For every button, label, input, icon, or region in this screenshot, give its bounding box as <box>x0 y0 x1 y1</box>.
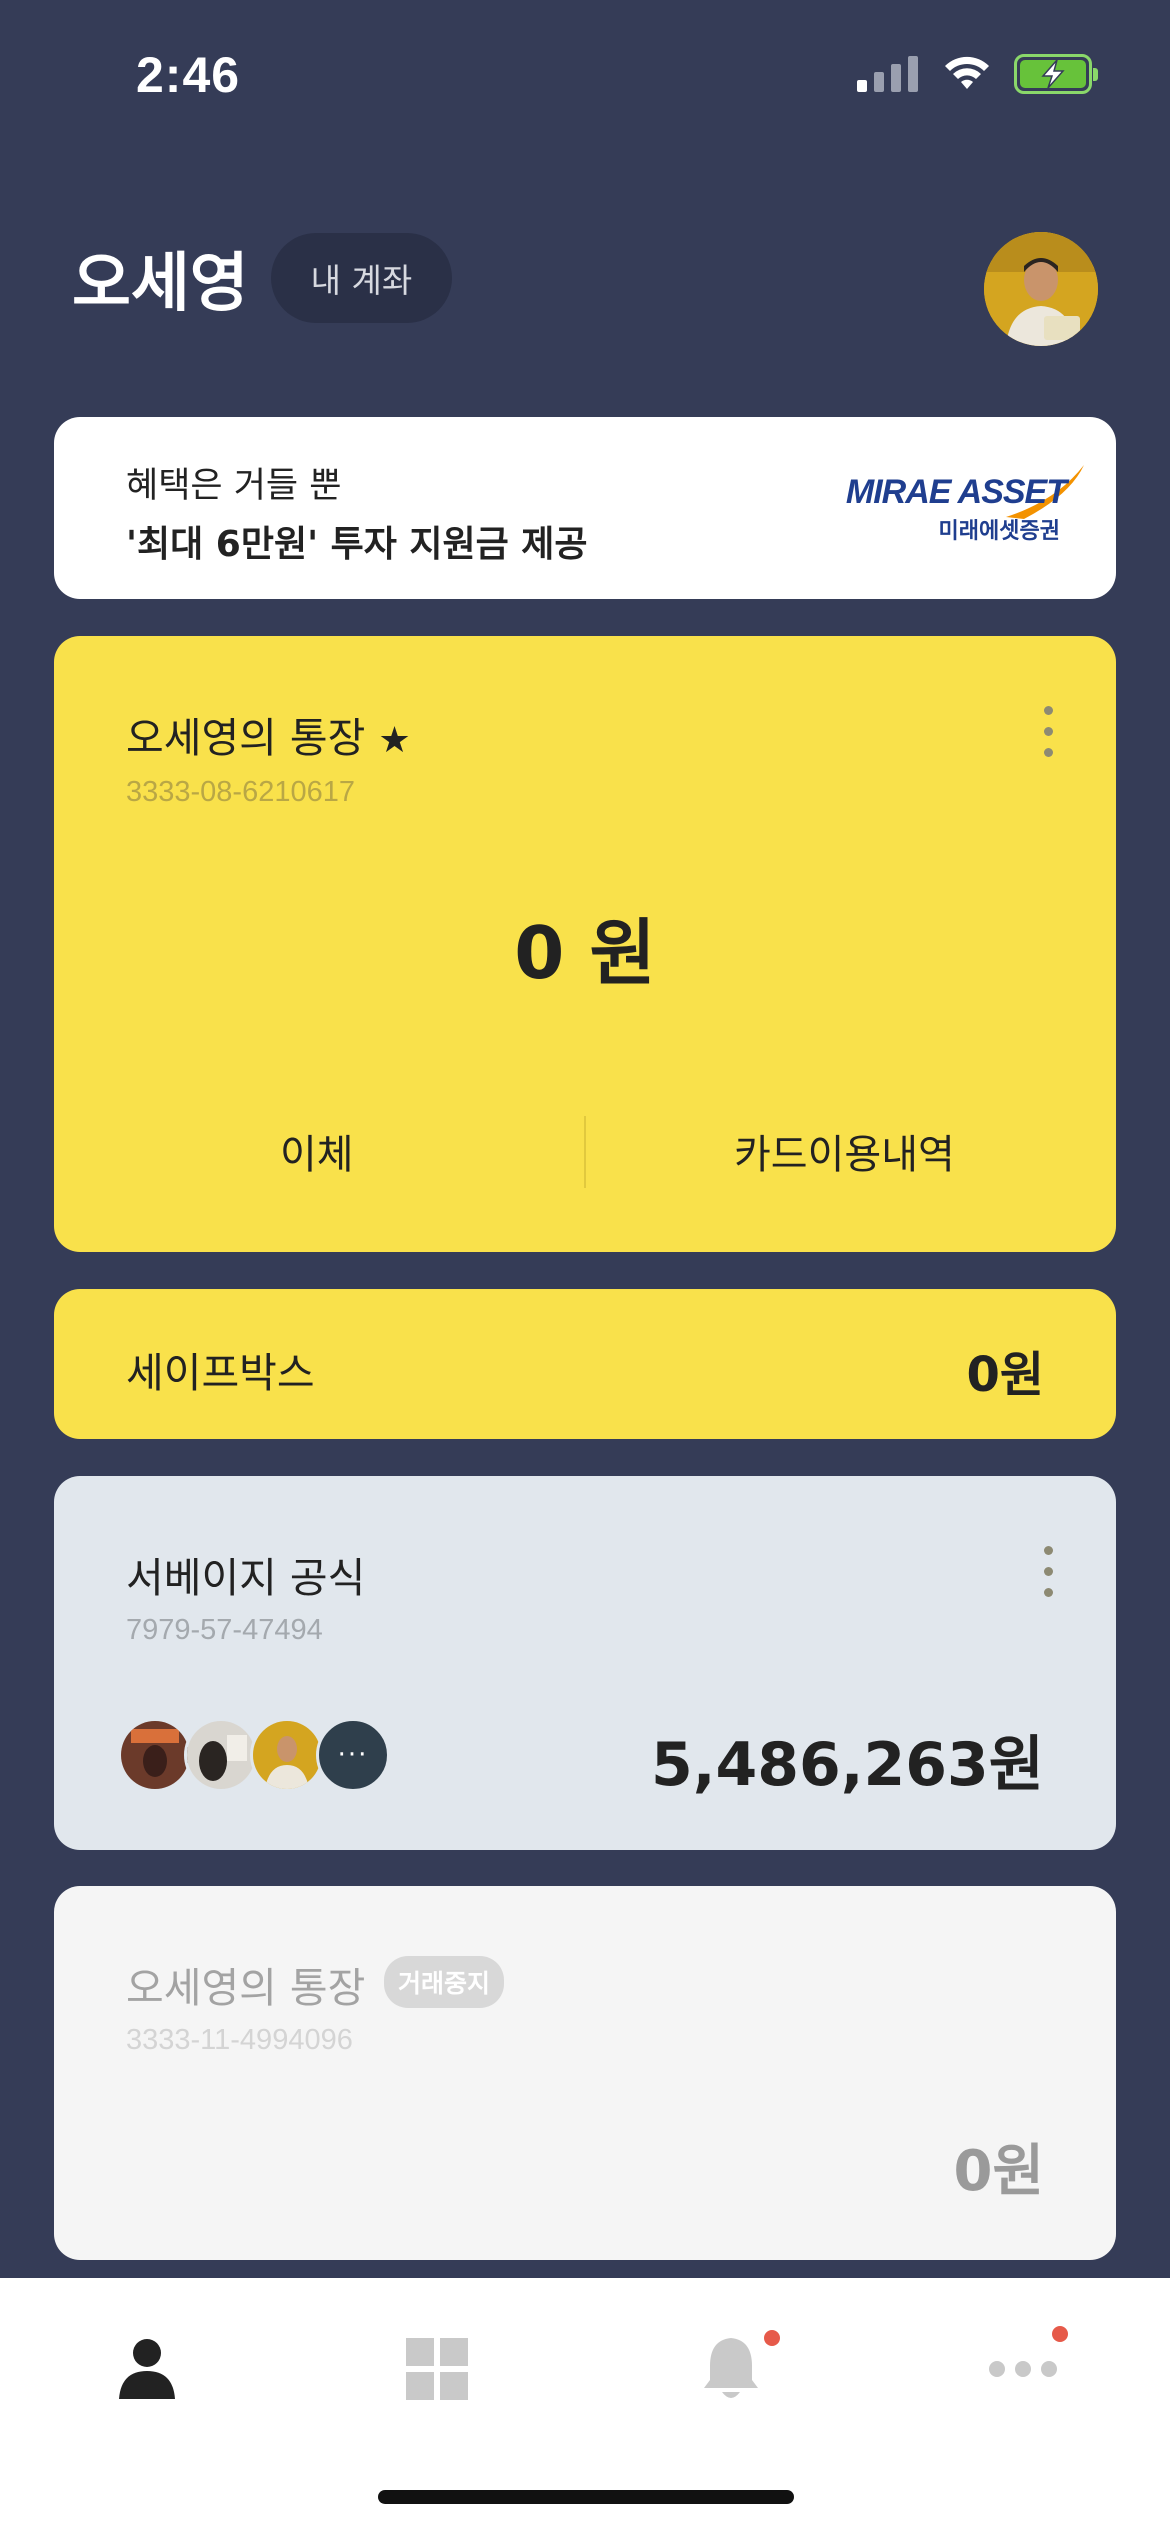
account-name: 오세영의 통장 <box>126 1964 366 2012</box>
person-icon <box>119 2339 175 2399</box>
more-menu-icon[interactable] <box>1044 706 1056 757</box>
star-icon[interactable]: ★ <box>378 720 410 761</box>
battery-icon <box>1014 54 1098 94</box>
status-icons <box>857 54 1098 94</box>
grid-icon <box>406 2338 468 2400</box>
tab-menu[interactable] <box>392 2324 482 2414</box>
wifi-icon <box>945 56 989 89</box>
account-balance: 5,486,263원 <box>650 1730 1044 1800</box>
stopped-account-card[interactable]: 오세영의 통장 거래중지 3333-11-4994096 0원 <box>54 1886 1116 2260</box>
bell-icon <box>704 2338 758 2398</box>
status-badge: 거래중지 <box>384 1956 505 2008</box>
member-avatar <box>118 1718 192 1792</box>
banner-subtitle: 혜택은 거들 뿐 <box>126 466 342 506</box>
safebox-balance: 0원 <box>966 1347 1044 1403</box>
tab-more[interactable] <box>978 2324 1068 2414</box>
divider <box>584 1116 586 1188</box>
notification-dot <box>764 2330 780 2346</box>
account-balance: 0 원 <box>514 911 656 995</box>
account-name: 서베이지 공식 <box>126 1554 366 1602</box>
tab-accounts[interactable] <box>102 2324 192 2414</box>
tab-notifications[interactable] <box>686 2324 780 2414</box>
banner-title: '최대 6만원' 투자 지원금 제공 <box>126 524 588 565</box>
status-time: 2:46 <box>136 47 241 103</box>
account-number: 3333-11-4994096 <box>126 2024 353 2056</box>
logo-text-en: MIRAE ASSET <box>845 473 1067 511</box>
more-members-icon[interactable]: ··· <box>316 1718 390 1792</box>
header: 오세영 내 계좌 <box>72 232 453 324</box>
promo-banner[interactable]: 혜택은 거들 뿐 '최대 6만원' 투자 지원금 제공 MIRAE ASSET … <box>54 417 1116 599</box>
more-icon <box>989 2361 1057 2377</box>
logo-text-ko: 미래에셋증권 <box>938 519 1060 544</box>
account-number: 7979-57-47494 <box>126 1614 323 1646</box>
member-avatars[interactable]: ··· <box>118 1718 390 1792</box>
account-number: 3333-08-6210617 <box>126 776 355 808</box>
home-indicator[interactable] <box>378 2490 794 2504</box>
member-avatar <box>250 1718 324 1792</box>
card-history-button[interactable]: 카드이용내역 <box>734 1122 955 1180</box>
notification-dot <box>1052 2326 1068 2342</box>
account-balance: 0원 <box>953 2139 1045 2204</box>
safebox-label: 세이프박스 <box>126 1349 315 1397</box>
group-account-card[interactable]: 서베이지 공식 7979-57-47494 ··· 5,486,263원 <box>54 1476 1116 1850</box>
signal-icon <box>857 56 918 92</box>
main-account-card[interactable]: 오세영의 통장 ★ 3333-08-6210617 0 원 이체 카드이용내역 <box>54 636 1116 1252</box>
user-name: 오세영 <box>72 247 249 321</box>
account-name: 오세영의 통장 ★ <box>126 714 411 762</box>
member-avatar <box>184 1718 258 1792</box>
transfer-button[interactable]: 이체 <box>280 1122 354 1180</box>
more-menu-icon[interactable] <box>1044 1546 1056 1597</box>
my-account-button[interactable]: 내 계좌 <box>270 233 453 323</box>
profile-avatar[interactable] <box>984 232 1098 346</box>
safebox-card[interactable]: 세이프박스 0원 <box>54 1289 1116 1439</box>
